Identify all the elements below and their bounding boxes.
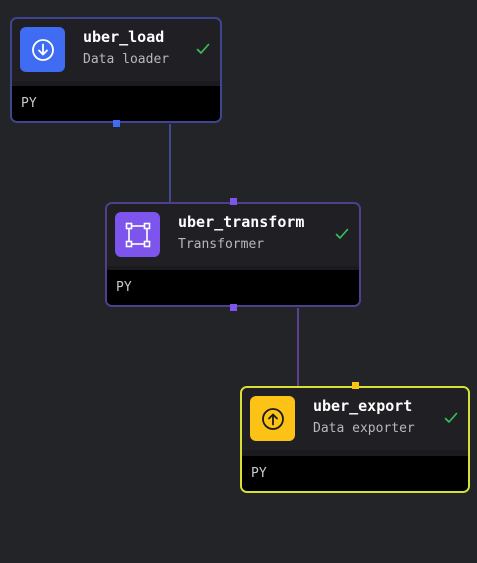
download-circle-icon <box>31 38 54 61</box>
data-exporter-icon-box <box>250 396 295 441</box>
block-header: uber_transform Transformer <box>107 204 359 266</box>
block-name: uber_transform <box>178 213 305 231</box>
success-check-icon <box>335 228 349 239</box>
export-input-port[interactable] <box>352 382 359 389</box>
block-footer: PY <box>107 270 359 305</box>
transform-square-icon <box>125 222 150 247</box>
success-check-icon <box>196 43 210 54</box>
block-footer: PY <box>12 86 220 121</box>
block-type: Transformer <box>178 237 265 252</box>
block-uber-export[interactable]: uber_export Data exporter PY <box>240 386 470 493</box>
block-uber-transform[interactable]: uber_transform Transformer PY <box>105 202 361 307</box>
block-language: PY <box>116 280 132 295</box>
block-name: uber_export <box>313 397 413 415</box>
transform-output-port[interactable] <box>230 304 237 311</box>
data-loader-icon-box <box>20 27 65 72</box>
block-footer: PY <box>242 456 468 491</box>
load-output-port[interactable] <box>113 120 120 127</box>
block-uber-load[interactable]: uber_load Data loader PY <box>10 17 222 123</box>
transform-input-port[interactable] <box>230 198 237 205</box>
block-language: PY <box>21 96 37 111</box>
pipeline-canvas[interactable]: uber_load Data loader PY uber_transform <box>0 0 477 563</box>
upload-circle-icon <box>261 407 284 430</box>
block-type: Data exporter <box>313 421 415 436</box>
block-header: uber_load Data loader <box>12 19 220 81</box>
block-name: uber_load <box>83 28 165 46</box>
block-type: Data loader <box>83 52 170 67</box>
transformer-icon-box <box>115 212 160 257</box>
success-check-icon <box>444 412 458 423</box>
block-language: PY <box>251 466 267 481</box>
block-header: uber_export Data exporter <box>242 388 468 450</box>
